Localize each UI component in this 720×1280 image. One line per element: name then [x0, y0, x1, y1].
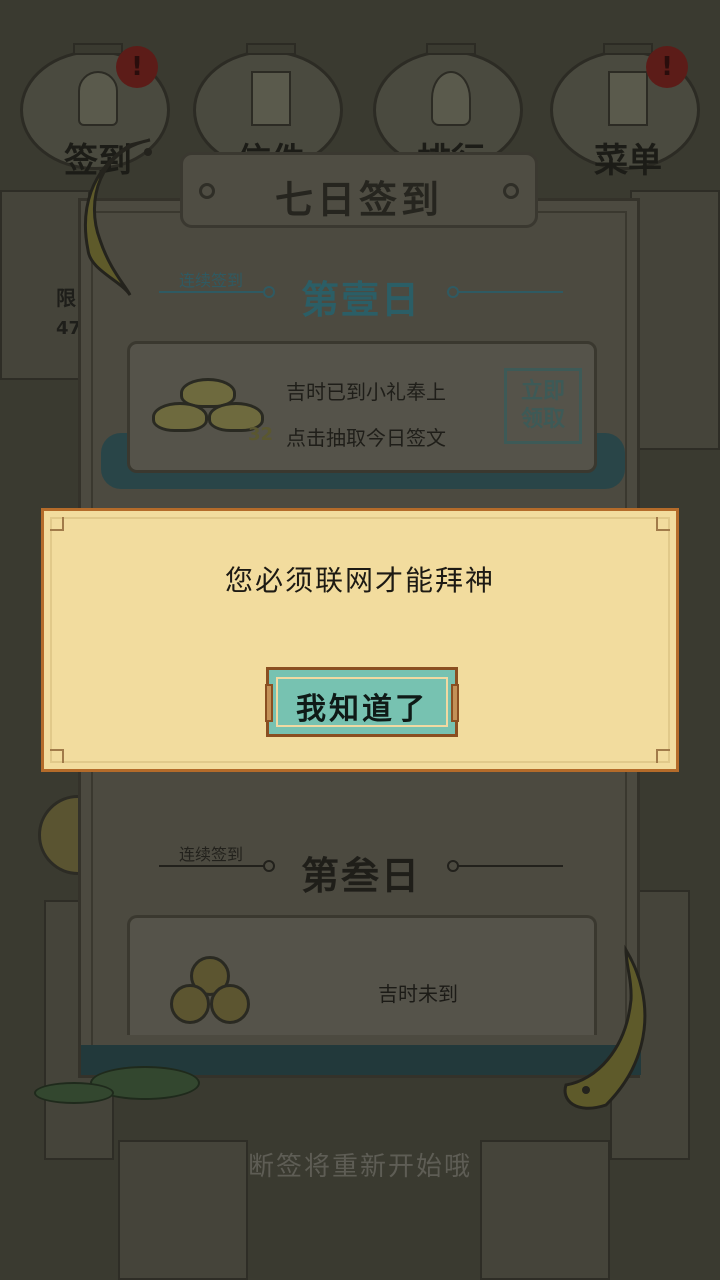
line-knob	[263, 860, 275, 872]
day3-title: 第叁日	[301, 853, 422, 898]
menu-alert-badge: !	[646, 46, 688, 88]
day3-subtitle: 连续签到	[179, 845, 244, 864]
acknowledge-button-label: 我知道了	[296, 692, 428, 727]
day1-line2: 点击抽取今日签文	[286, 426, 446, 450]
panel-title: 七日签到	[274, 177, 443, 222]
lantern-cap	[603, 43, 653, 55]
dialog-message: 您必须联网才能拜神	[224, 564, 495, 597]
day1-subtitle: 连续签到	[179, 271, 244, 290]
lily-pad-icon	[34, 1082, 114, 1104]
book-icon	[608, 71, 648, 126]
corner-ornament	[50, 749, 64, 763]
trophy-icon	[431, 71, 471, 126]
day1-title: 第壹日	[301, 277, 422, 322]
reward-count: 32	[248, 424, 274, 445]
line-knob	[447, 860, 459, 872]
gold-ingot-icon	[152, 402, 208, 432]
acknowledge-button[interactable]: 我知道了	[265, 667, 459, 737]
signin-alert-badge: !	[116, 46, 158, 88]
footer-hint: 断签将重新开始哦	[247, 1152, 472, 1182]
lantern-cap	[73, 43, 123, 55]
scroll-icon	[251, 71, 291, 126]
day3-reward-card[interactable]: 吉时未到	[127, 915, 597, 1035]
lantern-cap	[426, 43, 476, 55]
bulb-icon	[78, 71, 118, 126]
day3-line-left	[159, 860, 275, 872]
plaque-dot-right	[503, 183, 519, 199]
day3-status: 吉时未到	[378, 982, 458, 1006]
coin-icon	[170, 984, 210, 1024]
background-building-right	[630, 190, 720, 450]
corner-ornament	[50, 517, 64, 531]
day1-reward-card[interactable]: 32 吉时已到小礼奉上 点击抽取今日签文 立即领取	[127, 341, 597, 473]
corner-ornament	[656, 517, 670, 531]
koi-fish-top-left	[84, 138, 152, 296]
day1-line-right	[447, 286, 563, 298]
day3-line-right	[447, 860, 563, 872]
day1-line1: 吉时已到小礼奉上	[286, 380, 446, 404]
coin-icon	[210, 984, 250, 1024]
network-required-dialog: 您必须联网才能拜神 我知道了	[41, 508, 679, 772]
claim-now-stamp[interactable]: 立即领取	[504, 368, 582, 444]
lantern-cap	[246, 43, 296, 55]
koi-fish-bottom-right	[563, 944, 647, 1110]
line-knob	[263, 286, 275, 298]
panel-title-plaque: 七日签到	[180, 152, 538, 228]
nav-menu-label: 菜单	[594, 141, 662, 181]
corner-ornament	[656, 749, 670, 763]
line-knob	[447, 286, 459, 298]
